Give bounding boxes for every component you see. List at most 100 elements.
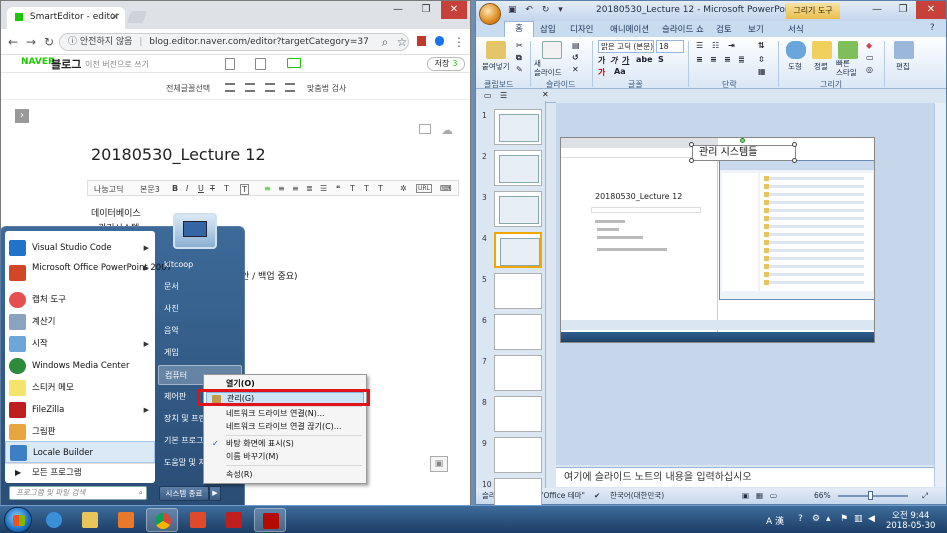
shape-fill-icon[interactable]: ◆ [866,41,872,50]
ctx-show-on-desktop[interactable]: ✓ 바탕 화면에 표시(S) [206,438,364,450]
start-search-input[interactable]: 프로그램 및 파일 검색 ⌕ [9,486,147,500]
shape-effect-icon[interactable]: ◎ [866,65,873,74]
user-picture-icon[interactable] [173,213,217,249]
align-tool-icon[interactable]: ≡ [264,184,271,193]
slide-thumbnail[interactable] [494,437,542,473]
tab-design[interactable]: 디자인 [570,23,593,35]
underline-icon[interactable]: U [198,184,204,193]
quick-style-icon[interactable] [838,41,858,59]
taskbar-chrome[interactable] [146,508,178,532]
zoom-slider-knob[interactable] [868,491,873,500]
ctx-disconnect-network-drive[interactable]: 네트워크 드라이브 연결 끊기(C)... [206,421,364,433]
edit-icon[interactable] [894,41,914,59]
rotate-handle[interactable] [740,138,745,143]
paste-icon[interactable] [486,41,506,59]
zoom-slider[interactable] [838,495,908,497]
zoom-level[interactable]: 66% [814,488,831,504]
chrome-menu-icon[interactable]: ⋮ [451,34,467,50]
language-indicator[interactable]: 한국어(대한민국) [610,488,664,504]
start-button[interactable] [4,507,32,533]
taskbar-filezilla[interactable] [218,508,250,532]
start-right-games[interactable]: 게임 [158,343,242,363]
slide-thumbnail[interactable] [494,150,542,186]
shutdown-options-arrow-icon[interactable]: ▶ [209,486,221,501]
bookmark-star-icon[interactable]: ☆ [394,34,410,50]
slides-tab-icon[interactable]: ▭ [484,91,492,100]
spell-check-icon[interactable]: ✔ [594,488,600,504]
program-calculator[interactable]: 계산기 [5,311,155,333]
strikethrough-icon[interactable]: T [210,184,215,193]
change-case-icon[interactable]: Aa [614,67,626,76]
italic-icon[interactable]: I [186,184,188,193]
special-char-icon[interactable]: T [378,184,383,193]
zoom-search-icon[interactable]: ⌕ [377,34,393,50]
ime-indicator[interactable]: A 漢 [766,514,784,527]
tray-arrow-icon[interactable]: ▴ [826,514,831,524]
paste-label[interactable]: 붙여넣기 [482,61,510,72]
side-panel-arrow-icon[interactable]: › [15,109,29,123]
settings-tray-icon[interactable]: ⚙ [812,514,820,524]
start-right-pictures[interactable]: 사진 [158,299,242,319]
resize-handle[interactable] [792,158,797,163]
slide-thumbnail[interactable] [494,355,542,391]
program-snipping-tool[interactable]: 캡처 도구 [5,289,155,311]
document-title[interactable]: 20180530_Lecture 12 [91,145,266,164]
bullets-icon[interactable]: ☰ [696,41,703,50]
slide-thumbnail[interactable] [494,109,542,145]
address-bar[interactable]: ⓘ 안전하지 않음 | blog.editor.naver.com/editor… [59,33,409,51]
taskbar-media-player[interactable] [110,508,142,532]
ppt-minimize-button[interactable]: — [864,1,890,19]
all-programs-button[interactable]: ▶ 모든 프로그램 [5,463,155,481]
image-icon[interactable] [419,124,431,134]
extension-alt-icon[interactable] [431,34,447,50]
new-slide-label[interactable]: 새 슬라이드 [534,59,562,77]
taskbar-bandicam[interactable] [182,508,214,532]
body-text-line[interactable]: 안 / 백업 중요) [241,269,298,282]
ctx-properties[interactable]: 속성(R) [206,469,364,481]
align-center-icon[interactable]: ≡ [710,55,717,64]
tablet-preview-icon[interactable] [255,58,266,70]
spellcheck-button[interactable]: 맞춤법 검사 [307,83,346,94]
font-size-dropdown[interactable]: 18 [656,40,684,53]
info-icon[interactable]: ⓘ [68,37,77,47]
layout-icon[interactable]: ▤ [572,41,580,50]
mobile-preview-icon[interactable] [225,58,235,70]
align-right-icon[interactable]: ≡ [724,55,731,64]
ctx-rename[interactable]: 이름 바꾸기(M) [206,451,364,463]
extension-icon[interactable] [413,34,429,50]
shape-outline-icon[interactable]: ▭ [866,53,874,62]
format-painter-icon[interactable]: ✎ [516,65,523,74]
browser-tab[interactable]: SmartEditor - editor × [7,7,125,29]
clock-date[interactable]: 2018-05-30 [886,521,935,531]
arrange-icon[interactable] [812,41,832,59]
selected-textbox[interactable]: 관리 시스템들 [692,145,796,161]
save-icon[interactable]: ▣ [508,5,517,15]
fit-window-icon[interactable]: ⤢ [922,488,928,504]
slide-thumbnail[interactable] [494,191,542,227]
copy-icon[interactable]: ⧉ [516,53,522,63]
normal-view-icon[interactable]: ▣ [742,488,749,504]
program-media-center[interactable]: Windows Media Center [5,355,155,377]
program-sticky-notes[interactable]: 스티커 메모 [5,377,155,399]
flag-tray-icon[interactable]: ⚑ [840,514,848,524]
resize-handle[interactable] [689,142,694,147]
strike-icon[interactable]: abe [636,55,653,64]
text-color-icon[interactable]: T [224,184,229,193]
arrange-label[interactable]: 정렬 [814,61,828,72]
bold-icon[interactable]: B [172,184,178,193]
smartart-icon[interactable]: ▦ [758,67,766,76]
reload-icon[interactable]: ↻ [41,34,57,50]
line-height-icon[interactable]: ≣ [306,184,313,193]
align-left-icon[interactable] [225,83,235,92]
ppt-maximize-button[interactable]: ❐ [890,1,916,19]
pc-preview-icon[interactable] [287,58,301,68]
select-all-fonts-button[interactable]: 전체글꼴선택 [166,83,210,94]
maximize-button[interactable]: ❐ [413,1,439,19]
reset-icon[interactable]: ↺ [572,53,579,62]
align-left-icon[interactable]: ≡ [696,55,703,64]
tab-close-icon[interactable]: × [111,11,119,22]
align-right-icon[interactable] [265,83,275,92]
minimize-button[interactable]: — [385,1,411,19]
url-link-icon[interactable]: URL [416,184,432,193]
text-background-icon[interactable]: T [240,184,249,195]
